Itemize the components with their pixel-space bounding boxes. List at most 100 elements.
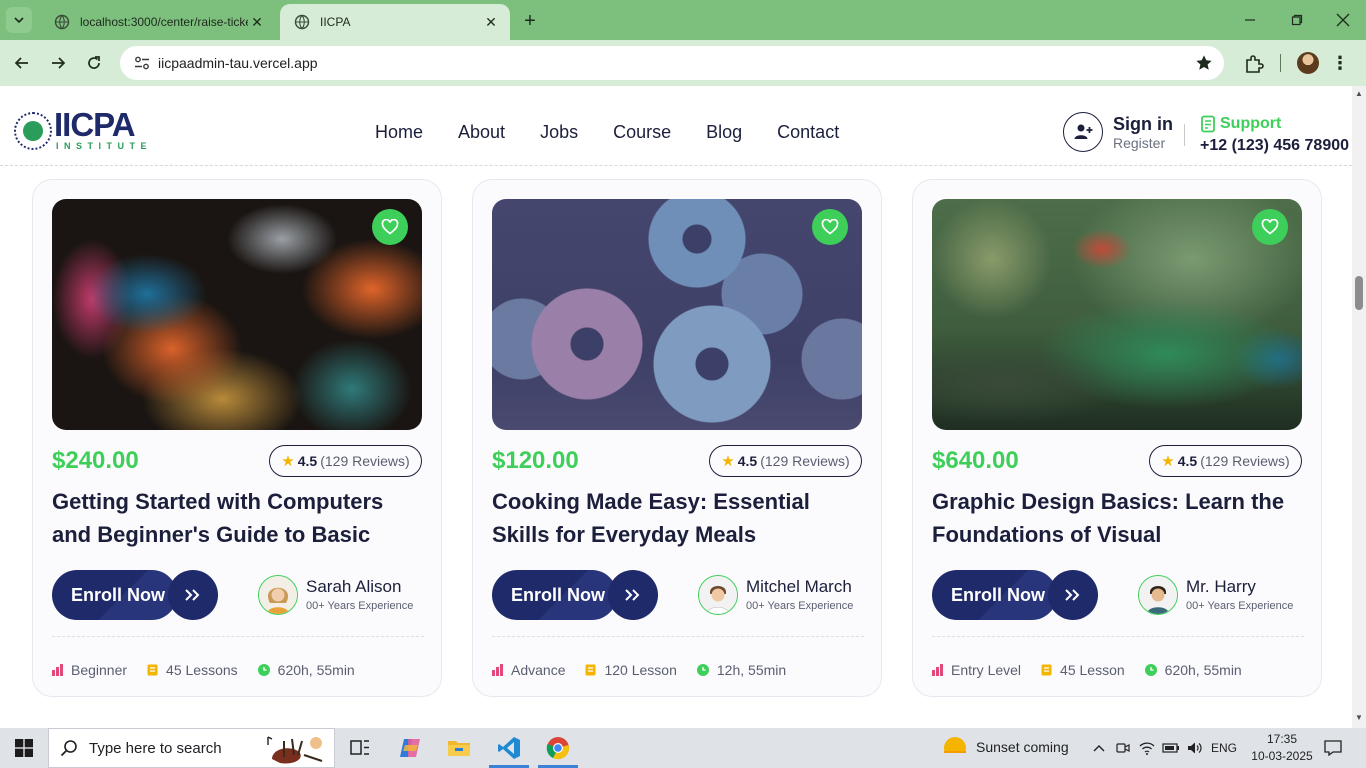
enroll-label[interactable]: Enroll Now xyxy=(932,570,1057,620)
language-indicator[interactable]: ENG xyxy=(1208,728,1240,768)
battery-icon[interactable] xyxy=(1160,728,1182,768)
instructor-name[interactable]: Sarah Alison xyxy=(306,576,413,598)
more-menu-icon[interactable]: ⋮ xyxy=(1330,52,1350,74)
reload-icon xyxy=(88,56,100,69)
nav-contact[interactable]: Contact xyxy=(777,122,839,143)
tab-search-button[interactable] xyxy=(6,7,32,33)
nav-jobs[interactable]: Jobs xyxy=(540,122,578,143)
back-button[interactable] xyxy=(8,49,36,77)
close-icon[interactable]: ✕ xyxy=(248,13,266,31)
sign-in-link[interactable]: Sign in xyxy=(1113,113,1173,135)
course-card: $640.00 ★ 4.5 (129 Reviews) Graphic Desi… xyxy=(912,179,1322,697)
new-tab-button[interactable]: + xyxy=(518,9,542,33)
course-image-bird[interactable] xyxy=(52,199,422,430)
extensions-puzzle-icon[interactable] xyxy=(1242,52,1266,76)
bookmark-star-icon[interactable] xyxy=(1194,53,1214,73)
enroll-label[interactable]: Enroll Now xyxy=(492,570,617,620)
double-chevron-right-icon[interactable] xyxy=(1048,570,1098,620)
task-view-button[interactable] xyxy=(336,728,384,768)
enroll-now-button[interactable]: Enroll Now xyxy=(932,570,1098,620)
course-price: $640.00 xyxy=(932,447,1019,474)
heart-icon xyxy=(381,219,399,235)
duration-text: 12h, 55min xyxy=(716,662,787,678)
meet-now-icon[interactable] xyxy=(1112,728,1134,768)
site-info-icon[interactable] xyxy=(126,51,158,75)
level-meta: Beginner xyxy=(52,662,127,678)
address-bar[interactable]: iicpaadmin-tau.vercel.app xyxy=(120,46,1224,80)
logo-subtitle: INSTITUTE xyxy=(56,141,152,151)
nav-blog[interactable]: Blog xyxy=(706,122,742,143)
nav-course[interactable]: Course xyxy=(613,122,671,143)
register-link[interactable]: Register xyxy=(1113,135,1173,151)
support-area: Support +12 (123) 456 78900 xyxy=(1200,114,1349,158)
site-logo[interactable]: IICPA INSTITUTE xyxy=(14,106,152,152)
enroll-now-button[interactable]: Enroll Now xyxy=(52,570,218,620)
restore-button[interactable] xyxy=(1277,6,1317,34)
scroll-thumb[interactable] xyxy=(1355,276,1363,310)
taskbar-clock[interactable]: 17:35 10-03-2025 xyxy=(1246,731,1318,765)
vscode-icon xyxy=(498,737,520,759)
course-meta: Advance 120 Lesson 12h, 55min xyxy=(492,662,806,678)
show-hidden-icons-chevron-icon[interactable] xyxy=(1088,728,1110,768)
user-plus-icon[interactable] xyxy=(1063,112,1103,152)
bar-chart-icon xyxy=(932,664,943,676)
chevron-down-icon xyxy=(14,17,24,24)
rating-badge: ★ 4.5 (129 Reviews) xyxy=(1149,445,1302,477)
chrome-app[interactable] xyxy=(534,728,582,768)
page-scrollbar[interactable]: ▲ ▼ xyxy=(1352,86,1366,728)
tab-title: IICPA xyxy=(320,15,351,29)
site-header: IICPA INSTITUTE Home About Jobs Course B… xyxy=(0,86,1352,166)
vscode-app[interactable] xyxy=(485,728,533,768)
course-title[interactable]: Cooking Made Easy: Essential Skills for … xyxy=(492,485,864,551)
course-image-sofa-room[interactable] xyxy=(932,199,1302,430)
close-window-button[interactable] xyxy=(1323,6,1363,34)
search-placeholder: Type here to search xyxy=(89,739,222,757)
instructor-name[interactable]: Mr. Harry xyxy=(1186,576,1293,598)
windows-logo-icon xyxy=(15,739,33,757)
double-chevron-right-icon[interactable] xyxy=(608,570,658,620)
course-image-donuts[interactable] xyxy=(492,199,862,430)
enroll-label[interactable]: Enroll Now xyxy=(52,570,177,620)
close-icon[interactable]: ✕ xyxy=(482,13,500,31)
profile-avatar[interactable] xyxy=(1297,52,1319,74)
reload-button[interactable] xyxy=(80,49,108,77)
review-count: (129 Reviews) xyxy=(1200,453,1290,469)
course-title[interactable]: Graphic Design Basics: Learn the Foundat… xyxy=(932,485,1304,551)
url-text: iicpaadmin-tau.vercel.app xyxy=(158,55,318,71)
tab-raise-ticket[interactable]: localhost:3000/center/raise-ticket ✕ xyxy=(40,4,276,40)
forward-button[interactable] xyxy=(44,49,72,77)
nav-about[interactable]: About xyxy=(458,122,505,143)
course-price: $240.00 xyxy=(52,447,139,474)
volume-icon[interactable] xyxy=(1184,728,1206,768)
instructor-name[interactable]: Mitchel March xyxy=(746,576,853,598)
tab-iicpa[interactable]: IICPA ✕ xyxy=(280,4,510,40)
logo-title: IICPA xyxy=(54,106,136,143)
file-explorer-app[interactable] xyxy=(435,728,483,768)
lessons-meta: 45 Lessons xyxy=(147,662,238,678)
wifi-icon[interactable] xyxy=(1136,728,1158,768)
taskbar-search[interactable]: Type here to search xyxy=(48,728,335,768)
scroll-up-arrow-icon[interactable]: ▲ xyxy=(1355,90,1363,98)
start-button[interactable] xyxy=(0,728,48,768)
chrome-icon xyxy=(546,737,569,760)
double-chevron-right-icon[interactable] xyxy=(168,570,218,620)
card-divider xyxy=(52,636,424,637)
support-phone[interactable]: +12 (123) 456 78900 xyxy=(1200,134,1349,158)
scroll-down-arrow-icon[interactable]: ▼ xyxy=(1355,714,1363,722)
duration-meta: 12h, 55min xyxy=(696,662,787,678)
instructor-experience: 00+ Years Experience xyxy=(306,600,414,612)
minimize-button[interactable] xyxy=(1230,6,1270,34)
nav-home[interactable]: Home xyxy=(375,122,423,143)
review-count: (129 Reviews) xyxy=(320,453,410,469)
favorite-heart-button[interactable] xyxy=(812,209,848,245)
copilot-app[interactable] xyxy=(386,728,434,768)
notification-icon[interactable] xyxy=(1320,728,1346,768)
lessons-meta: 45 Lesson xyxy=(1041,662,1125,678)
sign-in-area[interactable]: Sign in Register xyxy=(1063,112,1173,152)
enroll-now-button[interactable]: Enroll Now xyxy=(492,570,658,620)
clock-date: 10-03-2025 xyxy=(1251,749,1313,763)
weather-widget[interactable]: Sunset coming xyxy=(942,736,1069,758)
favorite-heart-button[interactable] xyxy=(372,209,408,245)
course-title[interactable]: Getting Started with Computers and Begin… xyxy=(52,485,424,551)
favorite-heart-button[interactable] xyxy=(1252,209,1288,245)
